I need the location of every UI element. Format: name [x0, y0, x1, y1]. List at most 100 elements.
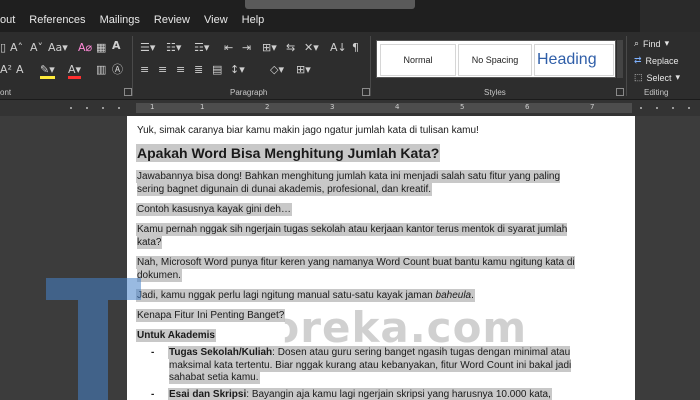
distributed-icon[interactable]: ▤ [212, 64, 222, 76]
tab-review[interactable]: Review [154, 14, 190, 26]
paragraph-5-end: . [471, 290, 474, 301]
horizontal-ruler[interactable]: 1 1 2 3 4 5 6 7 [0, 100, 700, 116]
styles-scroll[interactable] [617, 40, 623, 78]
select-icon: ⬚ [634, 72, 643, 82]
select-button[interactable]: ⬚ Select ▾ [634, 72, 680, 83]
list-item-title: Tugas Sekolah/Kuliah [169, 347, 273, 358]
asian-layout-icon[interactable]: ⊞▾ [262, 42, 277, 54]
subheading: Untuk Akademis [137, 330, 215, 341]
ruler-number: 4 [395, 103, 400, 111]
chevron-down-icon: ▾ [664, 38, 670, 48]
paragraph-4: Nah, Microsoft Word punya fitur keren ya… [137, 257, 575, 281]
ruler-tick [640, 107, 642, 109]
grow-font-icon[interactable]: A˄ [10, 42, 23, 54]
numbering-icon[interactable]: ☷▾ [166, 42, 181, 54]
styles-group-label: Styles [484, 88, 506, 97]
ruler-tick [672, 107, 674, 109]
paragraph-5: Jadi, kamu nggak perlu lagi ngitung manu… [137, 290, 436, 301]
superscript-icon[interactable]: A [16, 64, 24, 76]
paragraph-dialog-launcher[interactable] [362, 88, 370, 96]
editing-group-label: Editing [644, 88, 669, 97]
word-window: out References Mailings Review View Help… [0, 0, 700, 400]
list-item-text: : Bayangin aja kamu lagi ngerjain skrips… [246, 388, 551, 400]
ruler-tick [70, 107, 72, 109]
separator [370, 36, 371, 96]
bullets-icon[interactable]: ☰▾ [140, 42, 155, 54]
document-body[interactable]: Yuk, simak caranya biar kamu makin jago … [137, 124, 577, 400]
tab-help[interactable]: Help [242, 14, 265, 26]
bullet-list: Tugas Sekolah/Kuliah: Dosen atau guru se… [151, 347, 577, 400]
menu-bar: out References Mailings Review View Help [0, 0, 700, 32]
sort-icon[interactable]: A↓ [330, 42, 347, 54]
borders-icon[interactable]: ⊞▾ [296, 64, 311, 76]
align-left-icon[interactable]: ≡ [140, 64, 149, 76]
ruler-number: 6 [525, 103, 530, 111]
replace-button[interactable]: ⇄ Replace [634, 55, 679, 66]
paragraph-1: Jawabannya bisa dong! Bahkan menghitung … [137, 171, 561, 195]
replace-label: Replace [645, 55, 679, 66]
title-search-bar[interactable] [245, 0, 415, 9]
paragraph-group-label: Paragraph [230, 88, 268, 97]
tab-mailings[interactable]: Mailings [100, 14, 140, 26]
list-item: Esai dan Skripsi: Bayangin aja kamu lagi… [151, 388, 577, 400]
ruler-tick [102, 107, 104, 109]
ruler-number: 1 [150, 103, 155, 111]
align-tool-icon[interactable]: ▯ [0, 42, 6, 54]
subscript-icon[interactable]: A² [0, 64, 12, 76]
ruler-tick [656, 107, 658, 109]
ruler-tick [118, 107, 120, 109]
decrease-indent-icon[interactable]: ⇤ [224, 42, 233, 54]
ruler-number: 3 [330, 103, 335, 111]
text-direction-icon[interactable]: ⇆ [286, 42, 295, 54]
multilevel-list-icon[interactable]: ☶▾ [194, 42, 209, 54]
menu-tabs: out References Mailings Review View Help [0, 14, 278, 26]
ribbon: ▯ A˄ A˅ Aa▾ A⌀ ▦ A A² A ✎▾ A▾ ▥ Ⓐ ont ☰▾… [0, 32, 700, 100]
style-no-spacing[interactable]: No Spacing [458, 44, 532, 76]
ruler-track [136, 103, 632, 113]
font-dialog-launcher[interactable] [124, 88, 132, 96]
character-shading-icon[interactable]: ▥ [96, 64, 106, 76]
change-case-icon[interactable]: Aa▾ [48, 42, 68, 54]
chevron-down-icon: ▾ [675, 72, 681, 82]
font-launcher-icon[interactable]: A [112, 40, 121, 52]
highlight-icon[interactable]: ✎▾ [40, 64, 55, 79]
separator [626, 36, 627, 96]
paragraph-3: Kamu pernah nggak sih ngerjain tugas sek… [137, 224, 568, 248]
align-center-icon[interactable]: ≡ [158, 64, 167, 76]
find-label: Find [643, 38, 661, 49]
tab-view[interactable]: View [204, 14, 228, 26]
select-label: Select [646, 72, 672, 83]
shading-icon[interactable]: ◇▾ [270, 64, 284, 76]
shrink-font-icon[interactable]: A˅ [30, 42, 43, 54]
separator [132, 36, 133, 96]
styles-gallery: Normal No Spacing Heading [376, 40, 616, 78]
enclose-character-icon[interactable]: Ⓐ [112, 64, 123, 76]
spacing-icon[interactable]: ✕▾ [304, 42, 319, 54]
justify-icon[interactable]: ≣ [194, 64, 203, 76]
style-heading[interactable]: Heading [534, 44, 614, 76]
font-color-icon[interactable]: A▾ [68, 64, 82, 79]
ruler-number: 1 [200, 103, 205, 111]
find-icon: ⌕ [634, 38, 640, 48]
paragraph-2: Contoh kasusnya kayak gini deh… [137, 204, 291, 215]
show-marks-icon[interactable]: ¶ [352, 42, 359, 54]
tab-references[interactable]: References [29, 14, 85, 26]
ruler-number: 2 [265, 103, 270, 111]
tab-out[interactable]: out [0, 14, 15, 26]
window-controls-area [640, 0, 700, 32]
find-button[interactable]: ⌕ Find ▾ [634, 38, 669, 49]
clear-formatting-icon[interactable]: A⌀ [78, 42, 92, 54]
increase-indent-icon[interactable]: ⇥ [242, 42, 251, 54]
paragraph-6: Kenapa Fitur Ini Penting Banget? [137, 310, 285, 321]
ruler-number: 7 [590, 103, 595, 111]
align-right-icon[interactable]: ≡ [176, 64, 185, 76]
line-spacing-icon[interactable]: ↕▾ [230, 64, 245, 76]
ruler-tick [688, 107, 690, 109]
ruler-tick [86, 107, 88, 109]
replace-icon: ⇄ [634, 55, 642, 65]
styles-dialog-launcher[interactable] [616, 88, 624, 96]
paragraph-5-italic: baheula [435, 290, 472, 301]
font-group-label: ont [0, 88, 12, 97]
style-normal[interactable]: Normal [380, 44, 456, 76]
text-effects-icon[interactable]: ▦ [96, 42, 106, 54]
